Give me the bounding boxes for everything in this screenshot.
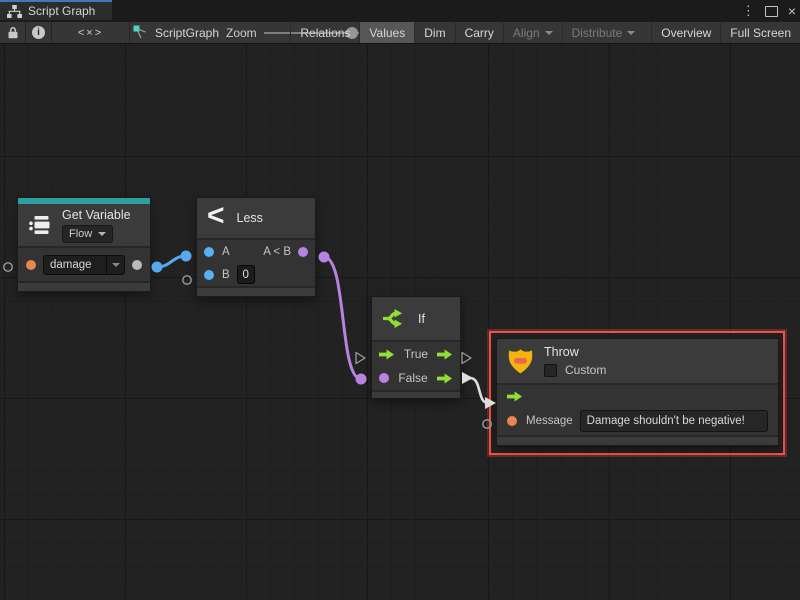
port-a-input[interactable]	[204, 247, 214, 257]
script-graph-asset-icon	[133, 25, 148, 40]
wire-endpoint	[181, 251, 192, 262]
node-get-variable[interactable]: Get Variable Flow damage	[18, 198, 150, 291]
carry-button[interactable]: Carry	[455, 22, 503, 43]
node-less[interactable]: < Less A A < B B 0	[197, 198, 315, 296]
align-button[interactable]: Align	[503, 22, 562, 43]
message-field[interactable]: Damage shouldn't be negative!	[580, 410, 768, 432]
port-variable-name-input[interactable]	[26, 260, 36, 270]
graph-toolbar: i <×> ScriptGraph Zoom 1x Relations	[0, 22, 800, 44]
tab-bar: Script Graph ⋮ ×	[0, 0, 800, 22]
variable-icon	[28, 214, 52, 236]
throw-shield-icon	[507, 346, 534, 376]
wire-endpoint	[152, 262, 163, 273]
node-throw[interactable]: Throw Custom Message Damage shouldn't be…	[497, 339, 778, 445]
lock-icon	[7, 26, 19, 39]
wire-start-arrow	[462, 372, 473, 384]
port-value-output[interactable]	[132, 260, 142, 270]
window-controls: ⋮ ×	[742, 0, 796, 22]
node-title: Get Variable	[62, 208, 131, 222]
lock-button[interactable]	[0, 22, 26, 43]
custom-checkbox[interactable]	[544, 364, 557, 377]
node-title: Throw	[544, 345, 606, 359]
b-value-field[interactable]: 0	[237, 265, 255, 284]
toolbar-left-group: i <×>	[0, 22, 130, 43]
values-button[interactable]: Values	[359, 22, 414, 43]
node-footer	[497, 435, 778, 445]
unconnected-flow-indicator	[356, 353, 365, 364]
variable-kind-dropdown[interactable]: Flow	[62, 225, 113, 243]
port-true-output-arrow[interactable]	[437, 349, 453, 360]
unconnected-flow-indicator	[462, 353, 471, 364]
distribute-button[interactable]: Distribute	[562, 22, 645, 43]
node-footer	[18, 281, 150, 291]
port-condition-input[interactable]	[379, 373, 389, 383]
window-menu-icon[interactable]: ⋮	[742, 0, 755, 22]
tab-script-graph[interactable]: Script Graph	[0, 0, 112, 20]
chevron-down-icon	[627, 31, 635, 35]
branch-icon	[382, 308, 407, 329]
less-icon: <	[207, 201, 225, 231]
relations-button[interactable]: Relations	[290, 22, 359, 43]
port-message-input[interactable]	[507, 416, 517, 426]
close-icon[interactable]: ×	[788, 0, 796, 22]
port-comparison-output[interactable]	[298, 247, 308, 257]
zoom-label: Zoom	[226, 26, 257, 40]
chevron-down-icon	[98, 232, 106, 236]
node-if[interactable]: If True False	[372, 297, 460, 398]
breadcrumb[interactable]: ScriptGraph	[133, 22, 219, 43]
graph-canvas[interactable]: Get Variable Flow damage <	[0, 44, 800, 600]
variable-name-dropdown[interactable]: damage	[43, 255, 125, 275]
wire-damage-to-a[interactable]	[157, 256, 186, 267]
info-button[interactable]: i	[26, 22, 52, 43]
port-b-input[interactable]	[204, 270, 214, 280]
node-title: Less	[237, 211, 263, 225]
unconnected-value-indicator	[183, 276, 191, 284]
info-icon: i	[32, 26, 45, 39]
wire-if-to-throw[interactable]	[470, 378, 488, 403]
node-footer	[197, 286, 315, 296]
wire-less-to-if[interactable]	[324, 257, 361, 379]
wire-endpoint	[356, 374, 367, 385]
port-flow-input-arrow[interactable]	[379, 349, 395, 360]
unconnected-value-indicator	[4, 263, 12, 271]
graph-name: ScriptGraph	[155, 26, 219, 40]
code-icon: <×>	[78, 27, 103, 39]
toolbar-right-group: Relations Values Dim Carry Align Distrib…	[290, 22, 800, 43]
script-graph-window: Script Graph ⋮ × i <×>	[0, 0, 800, 600]
node-title: If	[418, 312, 425, 326]
full-screen-button[interactable]: Full Screen	[720, 22, 800, 43]
dim-button[interactable]: Dim	[414, 22, 454, 43]
wire-endpoint	[319, 252, 330, 263]
chevron-down-icon	[112, 263, 120, 267]
maximize-icon[interactable]	[765, 6, 778, 17]
port-flow-input-arrow[interactable]	[507, 391, 523, 402]
port-false-output-arrow[interactable]	[437, 373, 453, 384]
code-view-button[interactable]: <×>	[52, 22, 130, 43]
node-footer	[372, 390, 460, 398]
graph-hierarchy-icon	[7, 5, 22, 18]
overview-button[interactable]: Overview	[651, 22, 720, 43]
tab-title: Script Graph	[28, 4, 95, 18]
chevron-down-icon	[545, 31, 553, 35]
